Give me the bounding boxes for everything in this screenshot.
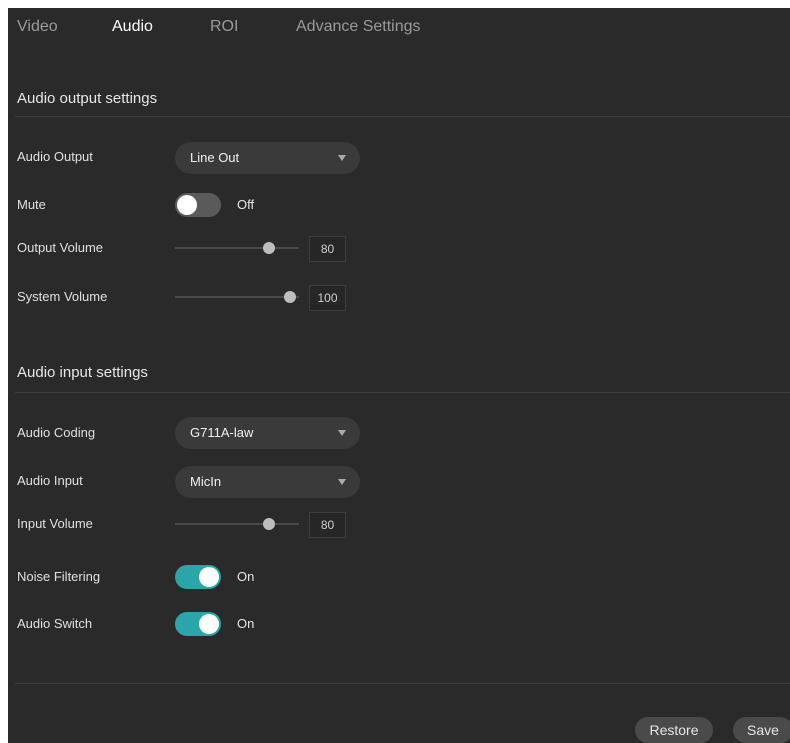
slider-track <box>175 247 299 249</box>
restore-button[interactable]: Restore <box>635 717 713 743</box>
noise-filtering-label: Noise Filtering <box>17 569 101 584</box>
tab-advance-settings[interactable]: Advance Settings <box>296 18 421 36</box>
audio-coding-select[interactable]: G711A-law <box>175 417 360 449</box>
slider-track <box>175 523 299 525</box>
tab-roi[interactable]: ROI <box>210 18 238 36</box>
audio-input-label: Audio Input <box>17 473 83 488</box>
system-volume-value[interactable]: 100 <box>309 285 346 311</box>
output-volume-slider[interactable] <box>175 240 299 256</box>
mute-label: Mute <box>17 197 46 212</box>
audio-output-select[interactable]: Line Out <box>175 142 360 174</box>
input-volume-value[interactable]: 80 <box>309 512 346 538</box>
output-volume-value[interactable]: 80 <box>309 236 346 262</box>
toggle-knob <box>177 195 197 215</box>
caret-down-icon <box>338 430 346 436</box>
toggle-knob <box>199 614 219 634</box>
system-volume-slider[interactable] <box>175 289 299 305</box>
slider-thumb[interactable] <box>263 518 276 530</box>
noise-filtering-toggle[interactable] <box>175 565 221 589</box>
audio-output-label: Audio Output <box>17 149 93 164</box>
audio-coding-value: G711A-law <box>190 425 254 440</box>
caret-down-icon <box>338 155 346 161</box>
slider-thumb[interactable] <box>263 242 276 254</box>
section-divider <box>15 116 790 117</box>
tab-audio[interactable]: Audio <box>112 18 153 36</box>
audio-input-value: MicIn <box>190 474 222 489</box>
tab-video[interactable]: Video <box>17 18 58 36</box>
save-button[interactable]: Save <box>733 717 790 743</box>
section-divider <box>15 392 790 393</box>
mute-state-text: Off <box>237 197 255 212</box>
system-volume-label: System Volume <box>17 289 108 304</box>
output-volume-label: Output Volume <box>17 240 103 255</box>
tab-bar: Video Audio ROI Advance Settings <box>8 8 790 48</box>
audio-switch-toggle[interactable] <box>175 612 221 636</box>
slider-thumb[interactable] <box>284 291 297 303</box>
audio-input-select[interactable]: MicIn <box>175 466 360 498</box>
caret-down-icon <box>338 479 346 485</box>
audio-switch-label: Audio Switch <box>17 616 93 631</box>
mute-toggle[interactable] <box>175 193 221 217</box>
audio-output-settings-title: Audio output settings <box>17 90 158 107</box>
toggle-knob <box>199 567 219 587</box>
input-volume-label: Input Volume <box>17 516 93 531</box>
audio-output-value: Line Out <box>190 150 240 165</box>
noise-filtering-state-text: On <box>237 569 255 584</box>
slider-track <box>175 296 299 298</box>
input-volume-slider[interactable] <box>175 516 299 532</box>
footer-divider <box>15 683 790 684</box>
audio-input-settings-title: Audio input settings <box>17 364 148 381</box>
audio-settings-panel: Video Audio ROI Advance Settings Audio o… <box>8 8 790 743</box>
audio-switch-state-text: On <box>237 616 255 631</box>
audio-coding-label: Audio Coding <box>17 425 96 440</box>
